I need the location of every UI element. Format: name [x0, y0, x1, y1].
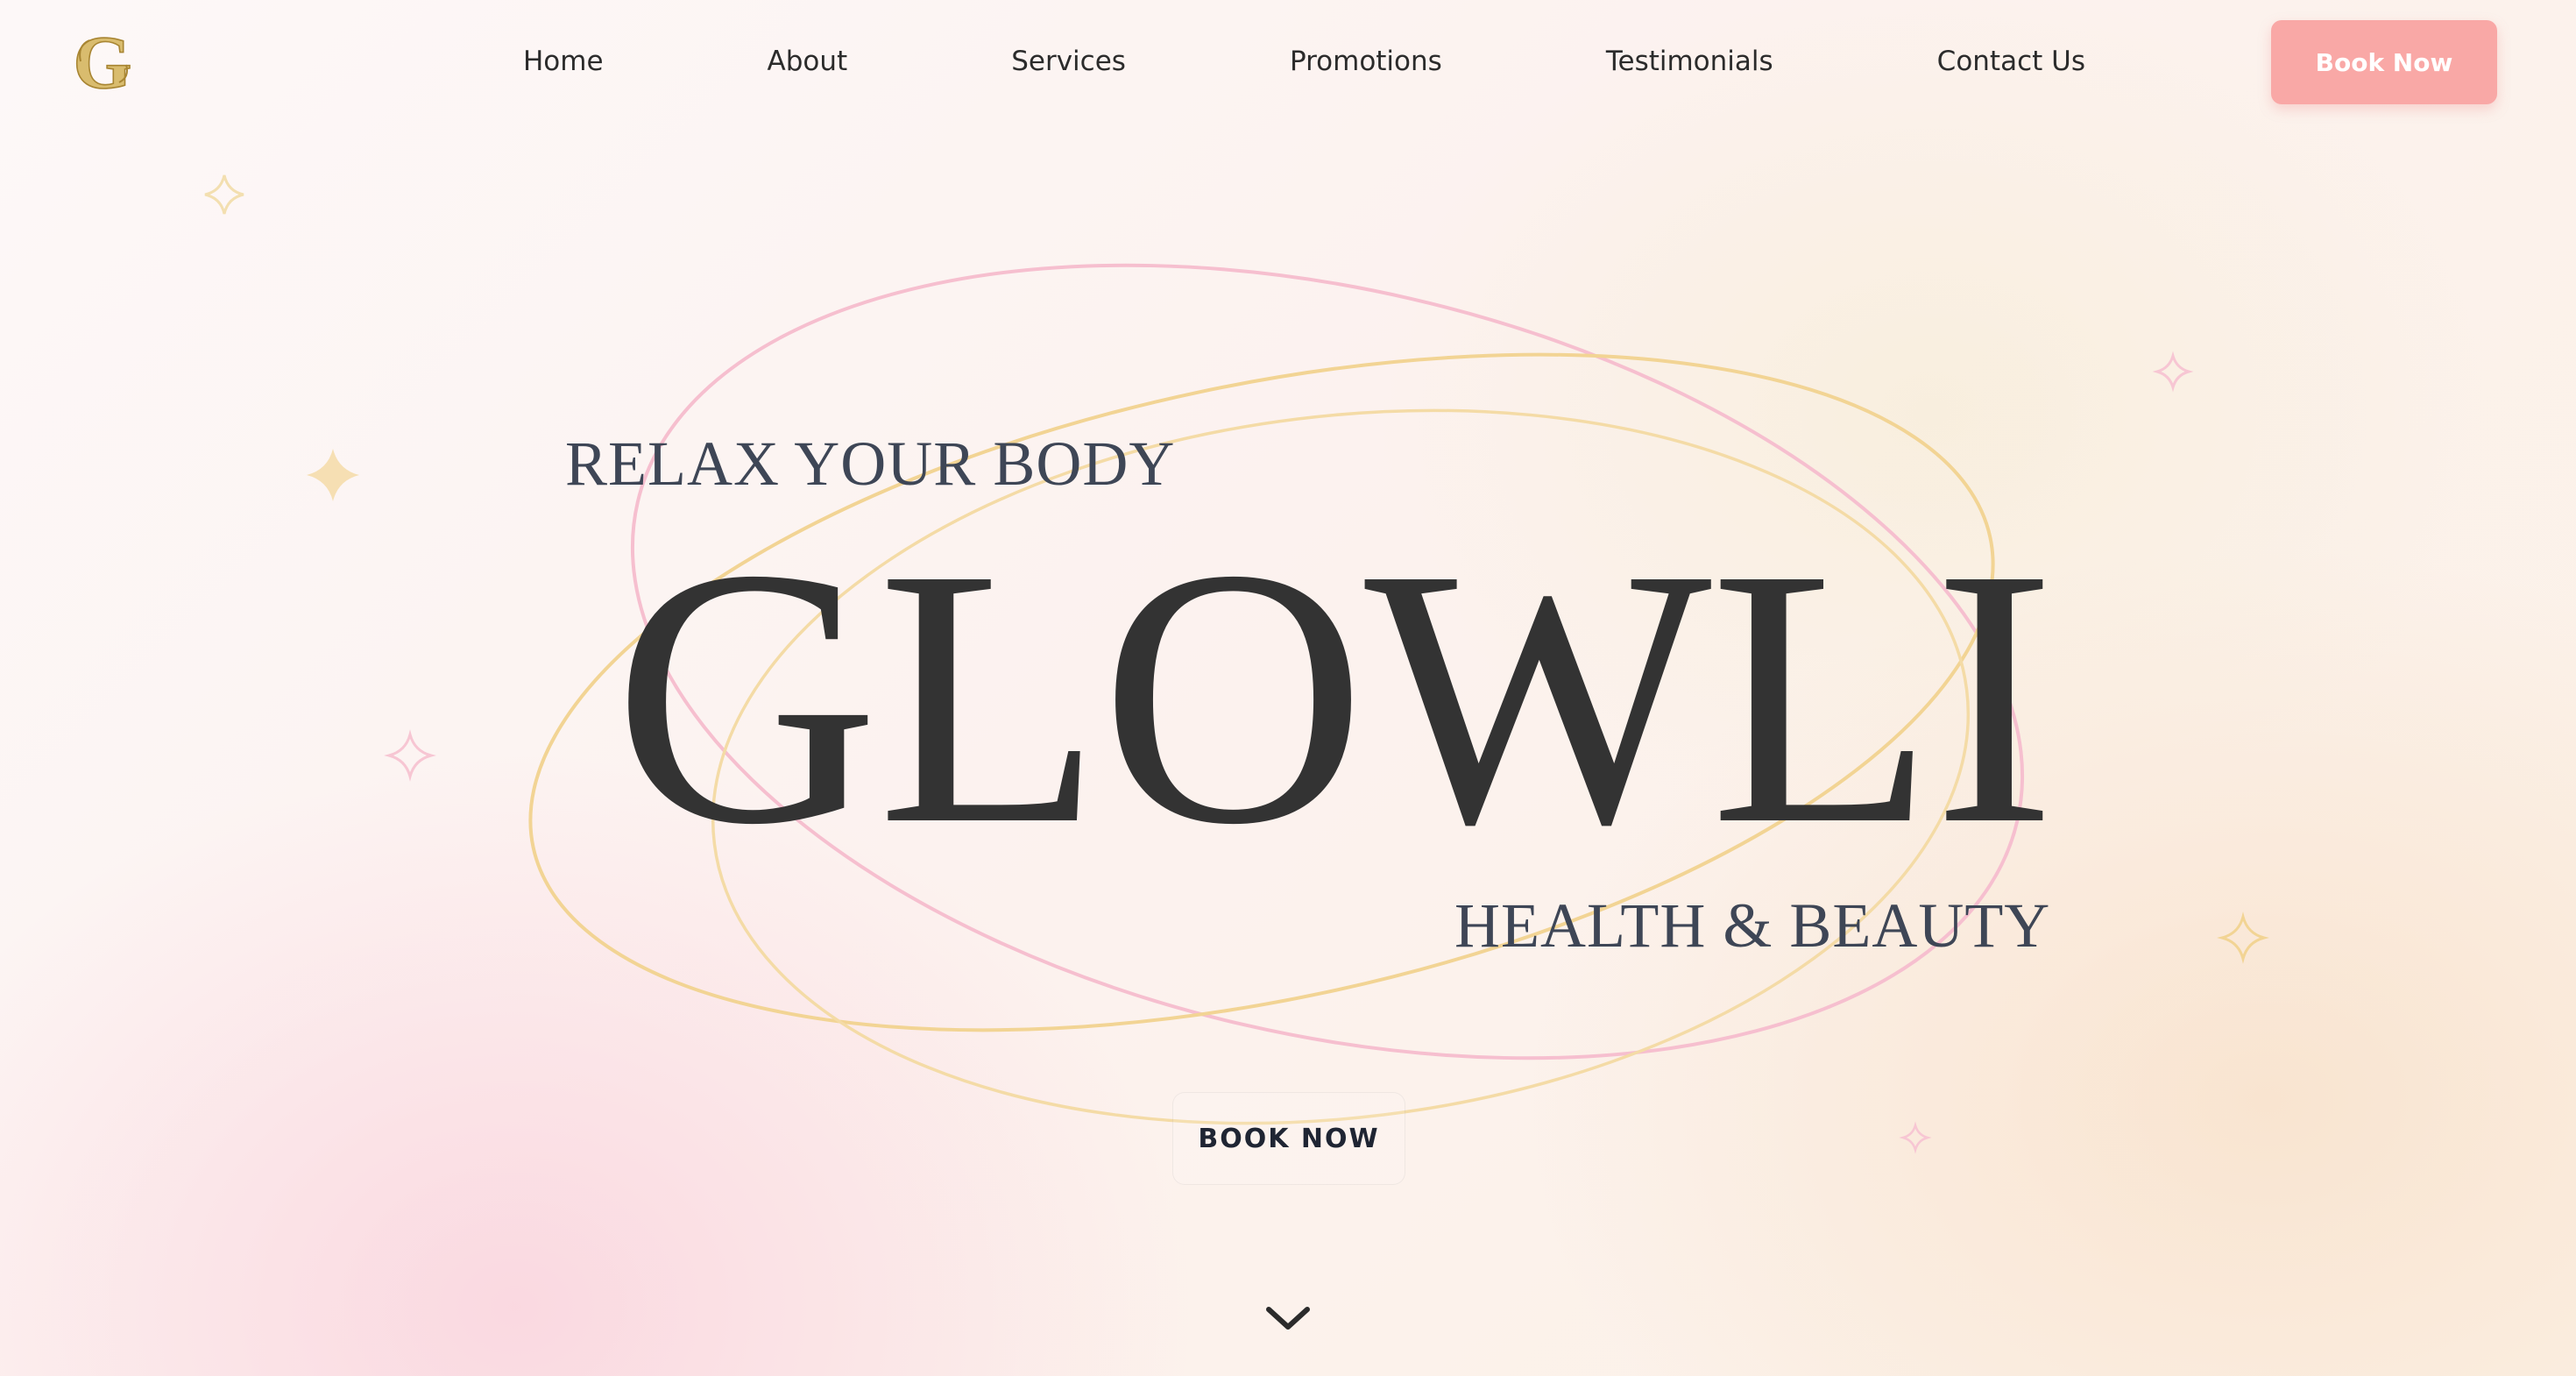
top-navigation: G Home About Services Promotions Testimo… — [0, 0, 2576, 123]
nav-services-link[interactable]: Services — [1011, 46, 1126, 77]
scroll-down-button[interactable] — [1263, 1302, 1313, 1334]
sparkle-icon — [307, 449, 359, 501]
brand-logo[interactable]: G — [68, 26, 137, 98]
sparkle-icon — [204, 174, 244, 215]
svg-text:G: G — [74, 26, 132, 98]
nav-testimonials-link[interactable]: Testimonials — [1606, 46, 1773, 77]
nav-promotions-link[interactable]: Promotions — [1290, 46, 1442, 77]
book-now-hero-button[interactable]: BOOK NOW — [1172, 1092, 1405, 1185]
ornate-g-logo-icon: G — [73, 26, 133, 98]
nav-home-link[interactable]: Home — [523, 46, 604, 77]
sparkle-icon — [2152, 351, 2194, 393]
sparkle-icon — [2217, 911, 2269, 964]
chevron-down-icon — [1266, 1307, 1310, 1330]
nav-about-link[interactable]: About — [768, 46, 848, 77]
hero-brand-title: GLOWLI — [613, 493, 2056, 900]
hero-tagline-top: RELAX YOUR BODY — [565, 429, 1176, 499]
book-now-nav-button[interactable]: Book Now — [2271, 20, 2497, 104]
nav-contact-link[interactable]: Contact Us — [1937, 46, 2085, 77]
sparkle-icon — [384, 729, 436, 782]
hero-tagline-bottom: HEALTH & BEAUTY — [1454, 890, 2051, 961]
nav-menu: Home About Services Promotions Testimoni… — [491, 39, 2120, 84]
sparkle-icon — [1899, 1121, 1932, 1154]
